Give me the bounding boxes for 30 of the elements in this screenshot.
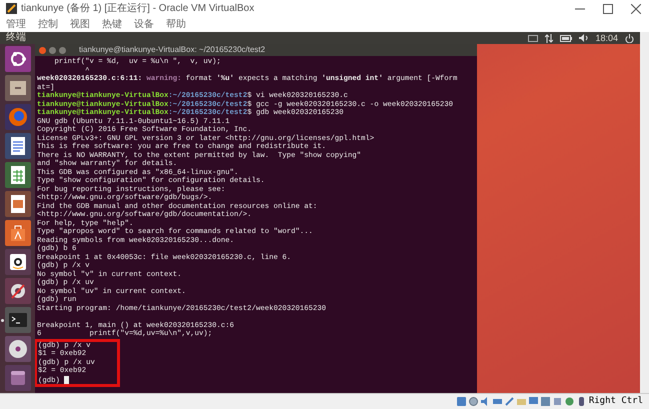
window-title: tiankunye (备份 1) [正在运行] - Oracle VM VirtualBox <box>21 2 254 16</box>
spreadsheet-icon[interactable] <box>4 162 30 188</box>
browser-icon[interactable] <box>4 104 30 130</box>
volume-icon[interactable] <box>579 34 588 42</box>
menu-item[interactable]: 视图 <box>70 20 90 30</box>
ubuntu-logo-icon[interactable] <box>4 46 30 72</box>
close-icon[interactable] <box>39 46 46 54</box>
menu-item[interactable]: 控制 <box>38 20 58 30</box>
close-icon[interactable] <box>631 4 641 14</box>
menu-item[interactable]: 管理 <box>6 20 26 30</box>
battery-icon[interactable] <box>560 34 572 42</box>
document-icon[interactable] <box>4 133 30 159</box>
audio-icon[interactable] <box>480 397 490 406</box>
power-icon[interactable] <box>625 34 634 42</box>
app-logo-icon <box>6 3 17 14</box>
menu-item[interactable]: 热键 <box>102 20 122 30</box>
optical-disc-icon[interactable] <box>468 397 478 406</box>
app-name: 终端 <box>6 33 26 43</box>
terminal-title: tiankunye@tiankunye-VirtualBox: ~/20165230c/test2 <box>79 46 266 54</box>
maximize-icon[interactable] <box>603 4 613 14</box>
menu-item[interactable]: 设备 <box>134 20 154 30</box>
presentation-icon[interactable] <box>4 191 30 217</box>
shopping-bag-icon[interactable] <box>4 220 30 246</box>
menu-item[interactable]: 帮助 <box>166 20 186 30</box>
network-arrows-icon[interactable] <box>545 34 554 42</box>
host-key-label: Right Ctrl <box>588 397 643 406</box>
mouse-icon[interactable] <box>576 397 586 406</box>
file-cabinet-icon[interactable] <box>4 75 30 101</box>
clock[interactable]: 18:04 <box>595 34 618 42</box>
drive-icon[interactable] <box>4 365 30 391</box>
